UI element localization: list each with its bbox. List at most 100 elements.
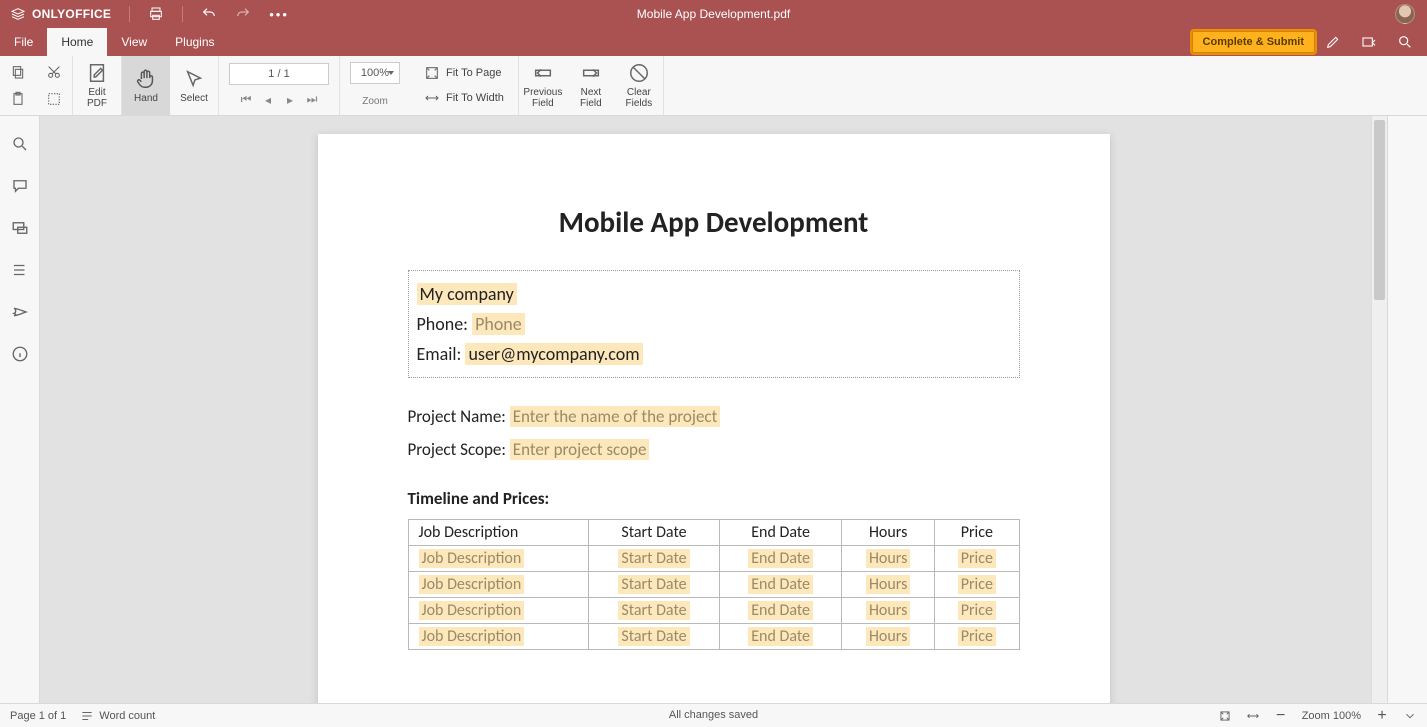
table-cell: End Date — [720, 546, 842, 572]
table-field[interactable]: Hours — [866, 575, 910, 594]
table-field[interactable]: Hours — [866, 627, 910, 646]
paste-button[interactable] — [6, 88, 30, 110]
app-name: ONLYOFFICE — [32, 7, 111, 21]
table-field[interactable]: Job Description — [419, 601, 525, 620]
table-cell: Job Description — [408, 598, 588, 624]
company-field[interactable]: My company — [417, 283, 517, 305]
th-hours: Hours — [842, 520, 935, 546]
zoom-preset-icon[interactable] — [1403, 709, 1417, 723]
prev-page-button[interactable]: ◂ — [260, 92, 276, 108]
copy-button[interactable] — [6, 61, 30, 83]
redo-icon[interactable] — [235, 6, 251, 22]
feedback-icon[interactable] — [10, 302, 30, 322]
table-row: Job Description Start Date End Date Hours Pr… — [408, 624, 1019, 650]
fit-to-page-button[interactable]: Fit To Page — [420, 62, 508, 84]
chat-icon[interactable] — [10, 218, 30, 238]
th-end: End Date — [720, 520, 842, 546]
next-page-button[interactable]: ▸ — [282, 92, 298, 108]
table-cell: Price — [935, 546, 1019, 572]
canvas[interactable]: Mobile App Development My company Phone:… — [40, 116, 1387, 703]
cut-button[interactable] — [42, 61, 66, 83]
zoom-out-button[interactable]: − — [1274, 707, 1288, 725]
table-field[interactable]: Price — [958, 575, 996, 594]
open-location-icon[interactable] — [1361, 34, 1377, 50]
find-icon[interactable] — [10, 134, 30, 154]
logo-icon — [10, 6, 26, 22]
doc-title: Mobile App Development — [408, 204, 1020, 240]
fit-width-status-icon[interactable] — [1246, 709, 1260, 723]
last-page-button[interactable]: ⏭ — [304, 92, 320, 108]
phone-field[interactable]: Phone — [472, 313, 525, 335]
user-avatar[interactable] — [1395, 4, 1415, 24]
about-icon[interactable] — [10, 344, 30, 364]
edit-icon[interactable] — [1325, 34, 1341, 50]
table-field[interactable]: Start Date — [618, 627, 689, 646]
edit-pdf-button[interactable]: Edit PDF — [73, 56, 121, 115]
previous-field-button[interactable]: Previous Field — [519, 56, 567, 115]
vertical-scrollbar[interactable] — [1371, 116, 1387, 703]
word-count-button[interactable]: Word count — [80, 709, 155, 723]
table-field[interactable]: Job Description — [419, 549, 525, 568]
table-field[interactable]: Start Date — [618, 575, 689, 594]
table-field[interactable]: Start Date — [618, 549, 689, 568]
app-logo[interactable]: ONLYOFFICE — [10, 6, 111, 22]
print-icon[interactable] — [148, 6, 164, 22]
search-icon[interactable] — [1397, 34, 1413, 50]
th-start: Start Date — [588, 520, 719, 546]
table-field[interactable]: End Date — [748, 627, 813, 646]
first-page-button[interactable]: ⏮ — [238, 92, 254, 108]
undo-icon[interactable] — [201, 6, 217, 22]
title-bar: ONLYOFFICE ••• Mobile App Development.pd… — [0, 0, 1427, 28]
phone-label: Phone: — [417, 313, 468, 335]
zoom-label: Zoom — [362, 96, 388, 109]
table-field[interactable]: Price — [958, 627, 996, 646]
status-page[interactable]: Page 1 of 1 — [10, 710, 66, 722]
next-field-button[interactable]: Next Field — [567, 56, 615, 115]
tab-view[interactable]: View — [107, 28, 161, 56]
hand-tool-button[interactable]: Hand — [122, 56, 170, 115]
status-zoom[interactable]: Zoom 100% — [1302, 710, 1361, 722]
fit-page-status-icon[interactable] — [1218, 709, 1232, 723]
project-scope-field[interactable]: Enter project scope — [510, 439, 650, 460]
complete-submit-button[interactable]: Complete & Submit — [1192, 31, 1315, 53]
tab-file[interactable]: File — [0, 28, 47, 56]
right-rail — [1387, 116, 1427, 703]
table-field[interactable]: Job Description — [419, 575, 525, 594]
clear-fields-button[interactable]: Clear Fields — [615, 56, 663, 115]
table-cell: Hours — [842, 598, 935, 624]
table-cell: End Date — [720, 572, 842, 598]
th-price: Price — [935, 520, 1019, 546]
email-field[interactable]: user@mycompany.com — [465, 343, 642, 365]
table-field[interactable]: Job Description — [419, 627, 525, 646]
table-field[interactable]: Price — [958, 549, 996, 568]
zoom-in-button[interactable]: + — [1375, 707, 1389, 725]
table-field[interactable]: End Date — [748, 575, 813, 594]
page-input[interactable]: 1 / 1 — [229, 63, 329, 85]
project-name-field[interactable]: Enter the name of the project — [510, 406, 721, 427]
table-field[interactable]: End Date — [748, 549, 813, 568]
table-cell: Start Date — [588, 598, 719, 624]
project-scope-label: Project Scope: — [408, 439, 506, 460]
select-all-button[interactable] — [42, 88, 66, 110]
th-job: Job Description — [408, 520, 588, 546]
table-field[interactable]: Hours — [866, 601, 910, 620]
headings-icon[interactable] — [10, 260, 30, 280]
fit-to-width-button[interactable]: Fit To Width — [420, 88, 508, 110]
table-field[interactable]: Price — [958, 601, 996, 620]
table-cell: Price — [935, 572, 1019, 598]
table-cell: Hours — [842, 546, 935, 572]
more-icon[interactable]: ••• — [269, 7, 289, 22]
scrollbar-thumb[interactable] — [1374, 120, 1385, 300]
zoom-input[interactable]: 100% — [350, 62, 400, 84]
tab-home[interactable]: Home — [47, 28, 107, 56]
tab-plugins[interactable]: Plugins — [161, 28, 228, 56]
table-cell: Job Description — [408, 546, 588, 572]
table-field[interactable]: End Date — [748, 601, 813, 620]
table-field[interactable]: Start Date — [618, 601, 689, 620]
select-tool-button[interactable]: Select — [170, 56, 218, 115]
table-cell: Job Description — [408, 572, 588, 598]
table-field[interactable]: Hours — [866, 549, 910, 568]
comments-icon[interactable] — [10, 176, 30, 196]
ribbon: Edit PDF Hand Select 1 / 1 ⏮ ◂ ▸ ⏭ 100% … — [0, 56, 1427, 116]
table-cell: Hours — [842, 572, 935, 598]
